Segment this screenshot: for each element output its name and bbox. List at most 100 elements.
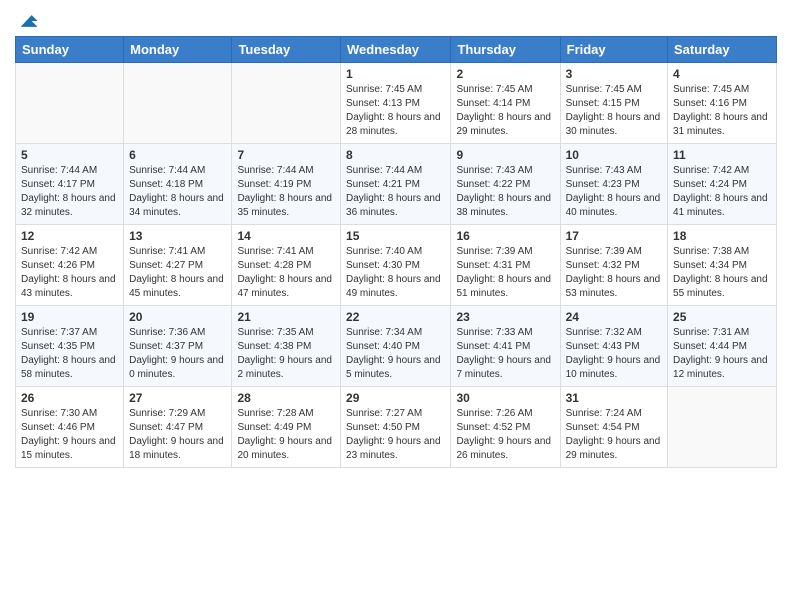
day-info: Sunrise: 7:44 AM Sunset: 4:21 PM Dayligh… — [346, 164, 445, 220]
calendar-cell: 22 Sunrise: 7:34 AM Sunset: 4:40 PM Dayli… — [341, 306, 451, 387]
day-number: 1 — [346, 67, 445, 81]
day-info: Sunrise: 7:34 AM Sunset: 4:40 PM Dayligh… — [346, 326, 445, 382]
calendar-cell: 8 Sunrise: 7:44 AM Sunset: 4:21 PM Daylig… — [341, 144, 451, 225]
day-info: Sunrise: 7:27 AM Sunset: 4:50 PM Dayligh… — [346, 407, 445, 463]
calendar-cell: 21Sunrise: 7:35 AM Sunset: 4:38 PM Dayli… — [232, 306, 341, 387]
day-info: Sunrise: 7:41 AM Sunset: 4:28 PM Dayligh… — [237, 245, 335, 301]
day-info: Sunrise: 7:42 AM Sunset: 4:24 PM Dayligh… — [673, 164, 771, 220]
day-info: Sunrise: 7:42 AM Sunset: 4:26 PM Dayligh… — [21, 245, 118, 301]
day-number: 21 — [237, 310, 335, 324]
calendar-header-wednesday: Wednesday — [341, 37, 451, 63]
calendar-header-monday: Monday — [124, 37, 232, 63]
calendar-week-row: 26Sunrise: 7:30 AM Sunset: 4:46 PM Dayli… — [16, 387, 777, 468]
day-info: Sunrise: 7:39 AM Sunset: 4:31 PM Dayligh… — [456, 245, 554, 301]
day-number: 8 — [346, 148, 445, 162]
day-number: 12 — [21, 229, 118, 243]
calendar-cell: 5 Sunrise: 7:44 AM Sunset: 4:17 PM Daylig… — [16, 144, 124, 225]
calendar-cell: 14 Sunrise: 7:41 AM Sunset: 4:28 PM Dayli… — [232, 225, 341, 306]
day-number: 3 — [566, 67, 662, 81]
calendar-header-row: SundayMondayTuesdayWednesdayThursdayFrid… — [16, 37, 777, 63]
calendar-cell: 6 Sunrise: 7:44 AM Sunset: 4:18 PM Daylig… — [124, 144, 232, 225]
day-number: 14 — [237, 229, 335, 243]
day-info: Sunrise: 7:45 AM Sunset: 4:13 PM Dayligh… — [346, 83, 445, 139]
day-number: 7 — [237, 148, 335, 162]
day-number: 23 — [456, 310, 554, 324]
calendar-header-sunday: Sunday — [16, 37, 124, 63]
calendar-cell: 24 Sunrise: 7:32 AM Sunset: 4:43 PM Dayli… — [560, 306, 667, 387]
calendar-cell — [124, 63, 232, 144]
day-number: 10 — [566, 148, 662, 162]
calendar-cell: 10 Sunrise: 7:43 AM Sunset: 4:23 PM Dayli… — [560, 144, 667, 225]
day-number: 27 — [129, 391, 226, 405]
calendar-header-saturday: Saturday — [668, 37, 777, 63]
calendar-week-row: 1 Sunrise: 7:45 AM Sunset: 4:13 PM Daylig… — [16, 63, 777, 144]
day-info: Sunrise: 7:33 AM Sunset: 4:41 PM Dayligh… — [456, 326, 554, 382]
calendar-cell: 2Sunrise: 7:45 AM Sunset: 4:14 PM Daylig… — [451, 63, 560, 144]
day-info: Sunrise: 7:44 AM Sunset: 4:18 PM Dayligh… — [129, 164, 226, 220]
calendar-cell: 29Sunrise: 7:27 AM Sunset: 4:50 PM Dayli… — [341, 387, 451, 468]
day-info: Sunrise: 7:28 AM Sunset: 4:49 PM Dayligh… — [237, 407, 335, 463]
day-info: Sunrise: 7:24 AM Sunset: 4:54 PM Dayligh… — [566, 407, 662, 463]
calendar-header-tuesday: Tuesday — [232, 37, 341, 63]
day-info: Sunrise: 7:41 AM Sunset: 4:27 PM Dayligh… — [129, 245, 226, 301]
day-info: Sunrise: 7:43 AM Sunset: 4:23 PM Dayligh… — [566, 164, 662, 220]
day-number: 6 — [129, 148, 226, 162]
calendar-table: SundayMondayTuesdayWednesdayThursdayFrid… — [15, 36, 777, 468]
calendar-cell: 27 Sunrise: 7:29 AM Sunset: 4:47 PM Dayli… — [124, 387, 232, 468]
day-info: Sunrise: 7:45 AM Sunset: 4:15 PM Dayligh… — [566, 83, 662, 139]
day-number: 19 — [21, 310, 118, 324]
day-number: 25 — [673, 310, 771, 324]
day-number: 9 — [456, 148, 554, 162]
day-info: Sunrise: 7:45 AM Sunset: 4:16 PM Dayligh… — [673, 83, 771, 139]
day-info: Sunrise: 7:29 AM Sunset: 4:47 PM Dayligh… — [129, 407, 226, 463]
calendar-cell — [16, 63, 124, 144]
calendar-cell: 25Sunrise: 7:31 AM Sunset: 4:44 PM Dayli… — [668, 306, 777, 387]
calendar-cell: 26Sunrise: 7:30 AM Sunset: 4:46 PM Dayli… — [16, 387, 124, 468]
day-info: Sunrise: 7:30 AM Sunset: 4:46 PM Dayligh… — [21, 407, 118, 463]
calendar-header-friday: Friday — [560, 37, 667, 63]
day-number: 30 — [456, 391, 554, 405]
day-number: 18 — [673, 229, 771, 243]
day-number: 22 — [346, 310, 445, 324]
calendar-cell: 28 Sunrise: 7:28 AM Sunset: 4:49 PM Dayli… — [232, 387, 341, 468]
day-info: Sunrise: 7:40 AM Sunset: 4:30 PM Dayligh… — [346, 245, 445, 301]
day-number: 16 — [456, 229, 554, 243]
day-number: 28 — [237, 391, 335, 405]
calendar-cell: 31 Sunrise: 7:24 AM Sunset: 4:54 PM Dayli… — [560, 387, 667, 468]
calendar-cell: 4 Sunrise: 7:45 AM Sunset: 4:16 PM Daylig… — [668, 63, 777, 144]
calendar-cell: 30 Sunrise: 7:26 AM Sunset: 4:52 PM Dayli… — [451, 387, 560, 468]
calendar-cell: 13 Sunrise: 7:41 AM Sunset: 4:27 PM Dayli… — [124, 225, 232, 306]
calendar-cell — [668, 387, 777, 468]
calendar-cell: 23 Sunrise: 7:33 AM Sunset: 4:41 PM Dayli… — [451, 306, 560, 387]
day-info: Sunrise: 7:32 AM Sunset: 4:43 PM Dayligh… — [566, 326, 662, 382]
calendar-week-row: 19 Sunrise: 7:37 AM Sunset: 4:35 PM Dayli… — [16, 306, 777, 387]
calendar-cell: 7Sunrise: 7:44 AM Sunset: 4:19 PM Daylig… — [232, 144, 341, 225]
day-info: Sunrise: 7:44 AM Sunset: 4:17 PM Dayligh… — [21, 164, 118, 220]
day-number: 13 — [129, 229, 226, 243]
calendar-cell: 1 Sunrise: 7:45 AM Sunset: 4:13 PM Daylig… — [341, 63, 451, 144]
day-info: Sunrise: 7:39 AM Sunset: 4:32 PM Dayligh… — [566, 245, 662, 301]
calendar-cell: 18 Sunrise: 7:38 AM Sunset: 4:34 PM Dayli… — [668, 225, 777, 306]
calendar-cell: 15Sunrise: 7:40 AM Sunset: 4:30 PM Dayli… — [341, 225, 451, 306]
calendar-week-row: 12 Sunrise: 7:42 AM Sunset: 4:26 PM Dayli… — [16, 225, 777, 306]
calendar-cell: 12 Sunrise: 7:42 AM Sunset: 4:26 PM Dayli… — [16, 225, 124, 306]
day-info: Sunrise: 7:38 AM Sunset: 4:34 PM Dayligh… — [673, 245, 771, 301]
day-number: 17 — [566, 229, 662, 243]
calendar-cell: 9 Sunrise: 7:43 AM Sunset: 4:22 PM Daylig… — [451, 144, 560, 225]
logo — [15, 10, 39, 28]
day-number: 20 — [129, 310, 226, 324]
logo-icon — [17, 10, 39, 32]
day-number: 11 — [673, 148, 771, 162]
day-number: 24 — [566, 310, 662, 324]
day-number: 4 — [673, 67, 771, 81]
day-info: Sunrise: 7:36 AM Sunset: 4:37 PM Dayligh… — [129, 326, 226, 382]
day-info: Sunrise: 7:37 AM Sunset: 4:35 PM Dayligh… — [21, 326, 118, 382]
day-info: Sunrise: 7:43 AM Sunset: 4:22 PM Dayligh… — [456, 164, 554, 220]
day-number: 5 — [21, 148, 118, 162]
calendar-cell: 19 Sunrise: 7:37 AM Sunset: 4:35 PM Dayli… — [16, 306, 124, 387]
day-info: Sunrise: 7:26 AM Sunset: 4:52 PM Dayligh… — [456, 407, 554, 463]
calendar-cell — [232, 63, 341, 144]
day-number: 31 — [566, 391, 662, 405]
calendar-cell: 11 Sunrise: 7:42 AM Sunset: 4:24 PM Dayli… — [668, 144, 777, 225]
calendar-cell: 3 Sunrise: 7:45 AM Sunset: 4:15 PM Daylig… — [560, 63, 667, 144]
